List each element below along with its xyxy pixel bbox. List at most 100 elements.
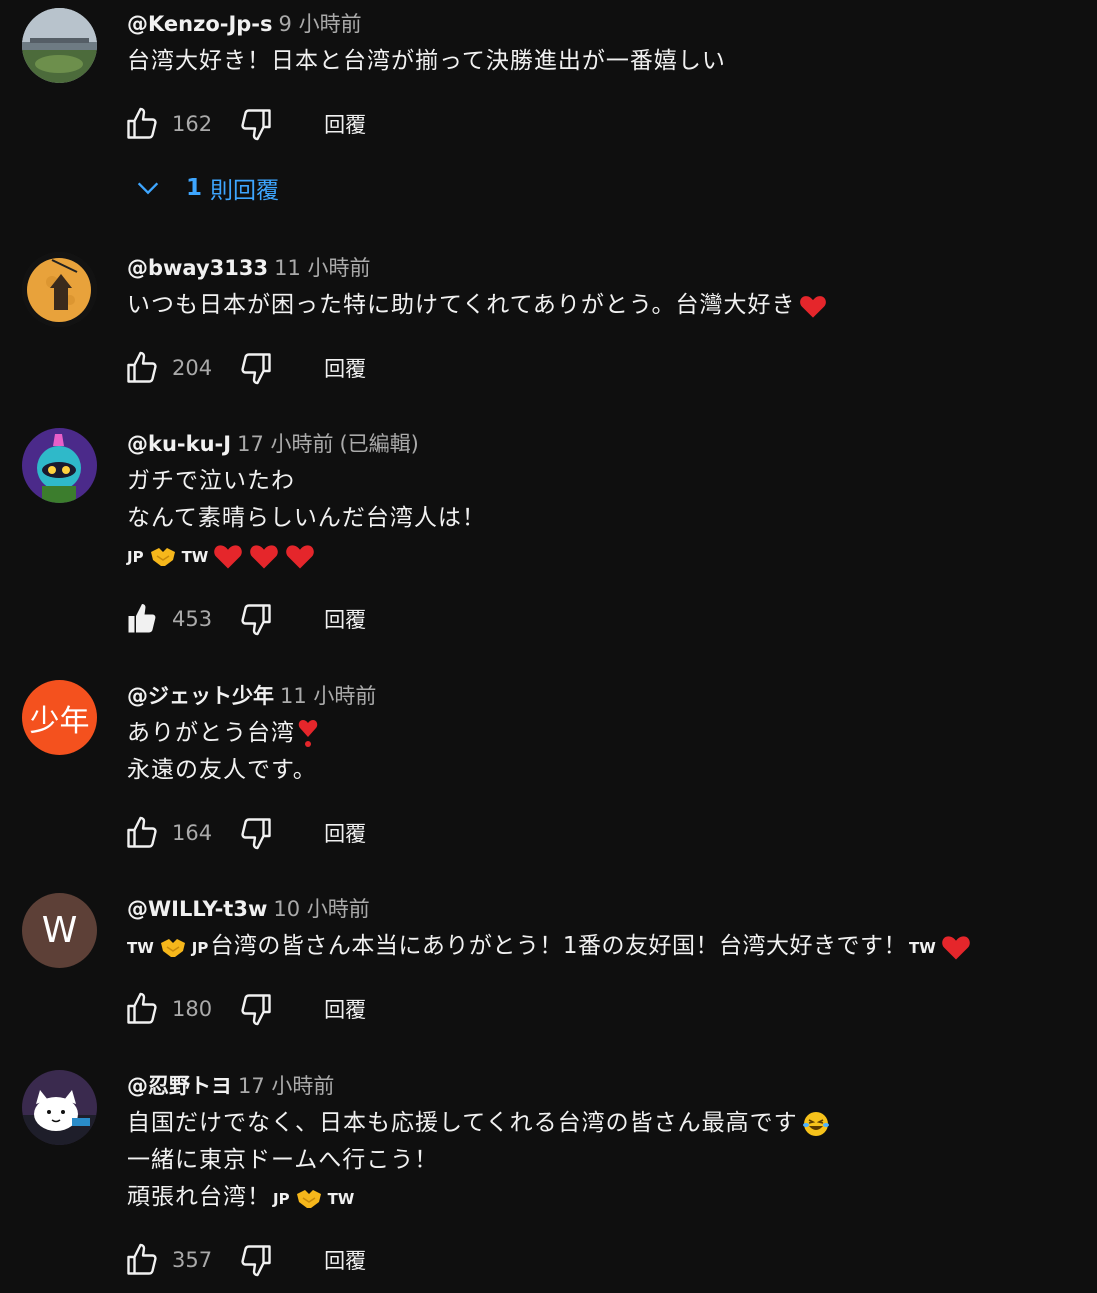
- comment-actions: 180 回覆: [122, 989, 366, 1029]
- flag-tag: TW: [127, 939, 154, 957]
- thumbs-down-icon: [241, 1245, 271, 1277]
- avatar[interactable]: W: [22, 893, 97, 968]
- comment-actions: 162 回覆: [122, 104, 366, 144]
- heart-icon: [214, 544, 243, 568]
- flag-tag: JP: [273, 1190, 290, 1208]
- comment-text-content: 台湾の皆さん本当にありがとう！1番の友好国！台湾大好きです！: [210, 933, 907, 959]
- timestamp[interactable]: 17 小時前: [238, 1074, 334, 1098]
- comment-header: @忍野トヨ 17 小時前: [127, 1071, 1077, 1101]
- timestamp[interactable]: 17 小時前: [237, 432, 333, 456]
- comment-text: JP TW: [125, 537, 1077, 576]
- avatar[interactable]: [22, 1070, 97, 1145]
- comment-text: 頑張れ台湾！ JP TW: [127, 1179, 1077, 1218]
- dislike-button[interactable]: [236, 989, 276, 1029]
- flag-tag: TW: [181, 548, 209, 566]
- flag-tag: TW: [909, 939, 936, 957]
- reply-button[interactable]: 回覆: [324, 1245, 366, 1275]
- thumbs-down-icon: [241, 604, 271, 636]
- reply-button[interactable]: 回覆: [324, 353, 366, 383]
- comment-header: @ジェット少年 11 小時前: [127, 681, 1077, 711]
- handshake-icon: [150, 547, 175, 566]
- comment-text: ありがとう台湾: [127, 715, 1077, 752]
- author-name[interactable]: @Kenzo-Jp-s: [127, 12, 273, 36]
- reply-button[interactable]: 回覆: [324, 818, 366, 848]
- comment-header: @ku-ku-J 17 小時前 (已編輯): [127, 429, 1077, 459]
- comment-text-content: いつも日本が困った特に助けてくれてありがとう。台灣大好き: [127, 292, 796, 318]
- like-button[interactable]: [122, 348, 162, 388]
- thumbs-down-icon: [241, 818, 271, 850]
- author-name[interactable]: @ジェット少年: [127, 684, 274, 708]
- author-name[interactable]: @bway3133: [127, 256, 268, 280]
- replies-label: 則回覆: [210, 178, 280, 204]
- heart-icon: [799, 295, 826, 318]
- comment-text-content: 頑張れ台湾！: [127, 1184, 271, 1210]
- comment-body: @WILLY-t3w 10 小時前 TW JP台湾の皆さん本当にありがとう！1番の友…: [127, 894, 1077, 967]
- view-replies-button[interactable]: 1 則回覆: [130, 168, 279, 208]
- comment-body: @Kenzo-Jp-s 9 小時前 台湾大好き！日本と台湾が揃って決勝進出が一番嬉…: [127, 9, 1077, 80]
- thumbs-up-icon: [127, 351, 157, 383]
- reply-button[interactable]: 回覆: [324, 994, 366, 1024]
- comment-text: 永遠の友人です。: [127, 757, 317, 783]
- like-count: 357: [172, 1248, 213, 1272]
- thumbs-up-icon: [127, 107, 157, 139]
- comment-body: @bway3133 11 小時前 いつも日本が困った特に助けてくれてありがとう。台…: [127, 253, 1077, 324]
- author-name[interactable]: @忍野トヨ: [127, 1074, 232, 1098]
- avatar[interactable]: 少年: [22, 680, 97, 755]
- comment-header: @WILLY-t3w 10 小時前: [127, 894, 1077, 924]
- comment-text: 自国だけでなく、日本も応援してくれる台湾の皆さん最高です: [127, 1105, 1077, 1142]
- laughing-emoji-icon: [802, 1111, 829, 1136]
- replies-count: 1: [186, 175, 203, 201]
- flag-tag: TW: [327, 1190, 355, 1208]
- moon-avatar-image: [22, 252, 97, 327]
- reply-button[interactable]: 回覆: [324, 109, 366, 139]
- timestamp[interactable]: 10 小時前: [273, 897, 369, 921]
- thumbs-up-icon: [127, 816, 157, 848]
- like-count: 164: [172, 821, 213, 845]
- timestamp[interactable]: 11 小時前: [280, 684, 376, 708]
- dislike-button[interactable]: [236, 348, 276, 388]
- like-count: 162: [172, 112, 213, 136]
- like-count: 204: [172, 356, 213, 380]
- like-count: 453: [172, 607, 213, 631]
- cat-avatar-image: [22, 1070, 97, 1145]
- comment-text: なんて素晴らしいんだ台湾人は！: [127, 505, 486, 531]
- thumbs-up-icon: [127, 1243, 157, 1275]
- dislike-button[interactable]: [236, 813, 276, 853]
- avatar[interactable]: [22, 428, 97, 503]
- dislike-button[interactable]: [236, 1240, 276, 1280]
- heart-icon: [286, 544, 315, 568]
- dislike-button[interactable]: [236, 104, 276, 144]
- avatar[interactable]: [22, 252, 97, 327]
- squid-avatar-image: [22, 428, 97, 503]
- like-button[interactable]: [122, 1240, 162, 1280]
- avatar[interactable]: [22, 8, 97, 83]
- like-button[interactable]: [122, 104, 162, 144]
- heart-exclamation-icon: [298, 719, 318, 747]
- like-button[interactable]: [122, 813, 162, 853]
- stadium-avatar-image: [22, 8, 97, 83]
- comment-actions: 453 回覆: [122, 599, 366, 639]
- handshake-icon: [296, 1189, 321, 1208]
- thumbs-down-icon: [241, 109, 271, 141]
- comment-header: @bway3133 11 小時前: [127, 253, 1077, 283]
- comment-body: @ジェット少年 11 小時前 ありがとう台湾 永遠の友人です。: [127, 681, 1077, 789]
- like-button[interactable]: [122, 989, 162, 1029]
- flag-tag: JP: [127, 548, 144, 566]
- avatar-letter: W: [41, 910, 78, 951]
- comment-body: @忍野トヨ 17 小時前 自国だけでなく、日本も応援してくれる台湾の皆さん最高です…: [127, 1071, 1077, 1218]
- author-name[interactable]: @ku-ku-J: [127, 432, 231, 456]
- avatar-letter: 少年: [29, 703, 90, 739]
- timestamp[interactable]: 11 小時前: [274, 256, 370, 280]
- edited-label: (已編輯): [339, 432, 419, 456]
- reply-button[interactable]: 回覆: [324, 604, 366, 634]
- chevron-down-icon: [137, 182, 159, 195]
- like-button-active[interactable]: [122, 599, 162, 639]
- dislike-button[interactable]: [236, 599, 276, 639]
- comment-text: ガチで泣いたわ: [127, 468, 295, 494]
- author-name[interactable]: @WILLY-t3w: [127, 897, 267, 921]
- comment-text: いつも日本が困った特に助けてくれてありがとう。台灣大好き: [127, 287, 1077, 324]
- comment-actions: 357 回覆: [122, 1240, 366, 1280]
- thumbs-down-icon: [241, 353, 271, 385]
- timestamp[interactable]: 9 小時前: [279, 12, 362, 36]
- flag-tag: JP: [191, 939, 209, 957]
